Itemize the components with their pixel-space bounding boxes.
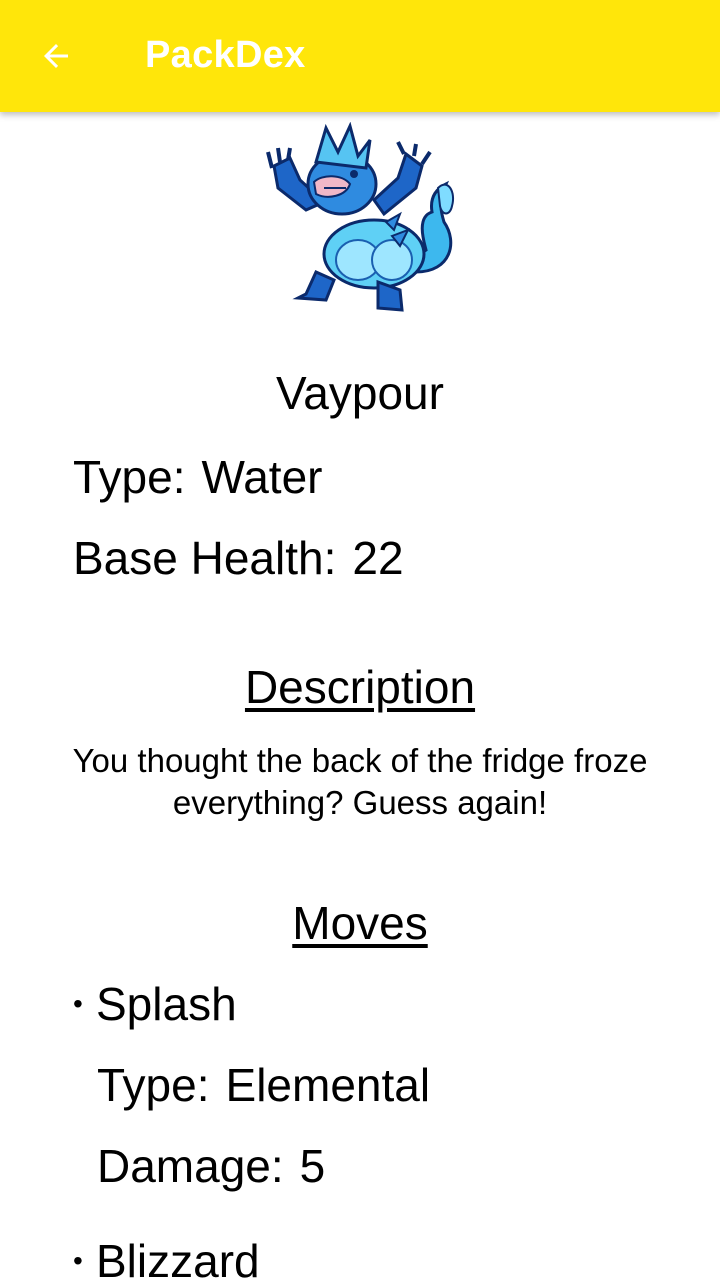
- move-name: Blizzard: [96, 1235, 260, 1287]
- move-damage-row: Damage: 5: [97, 1139, 325, 1193]
- moves-heading: Moves: [292, 897, 428, 949]
- move-name: Splash: [96, 978, 237, 1030]
- arrow-back-icon: [44, 44, 68, 68]
- back-button[interactable]: [28, 28, 84, 84]
- move-damage-label: Damage:: [97, 1140, 284, 1192]
- base-health-label: Base Health:: [73, 532, 337, 584]
- creature-health-row: Base Health: 22: [73, 531, 404, 585]
- creature-name: Vaypour: [276, 367, 444, 419]
- move-damage-value: 5: [299, 1140, 326, 1192]
- move-item-name: • Splash: [73, 977, 237, 1031]
- bullet: •: [73, 987, 83, 1019]
- bullet: •: [73, 1244, 83, 1276]
- type-label: Type:: [73, 451, 186, 503]
- description-heading: Description: [244, 661, 476, 713]
- creature-type-row: Type: Water: [73, 450, 323, 504]
- app-title: PackDex: [145, 34, 306, 76]
- description-text: You thought the back of the fridge froze…: [72, 742, 648, 821]
- move-type-label: Type:: [97, 1059, 210, 1111]
- app-bar: PackDex: [0, 0, 720, 112]
- base-health-value: 22: [352, 532, 404, 584]
- type-value: Water: [201, 451, 323, 503]
- move-type-row: Type: Elemental: [97, 1058, 430, 1112]
- creature-sprite-icon: [266, 122, 454, 312]
- move-type-value: Elemental: [225, 1059, 431, 1111]
